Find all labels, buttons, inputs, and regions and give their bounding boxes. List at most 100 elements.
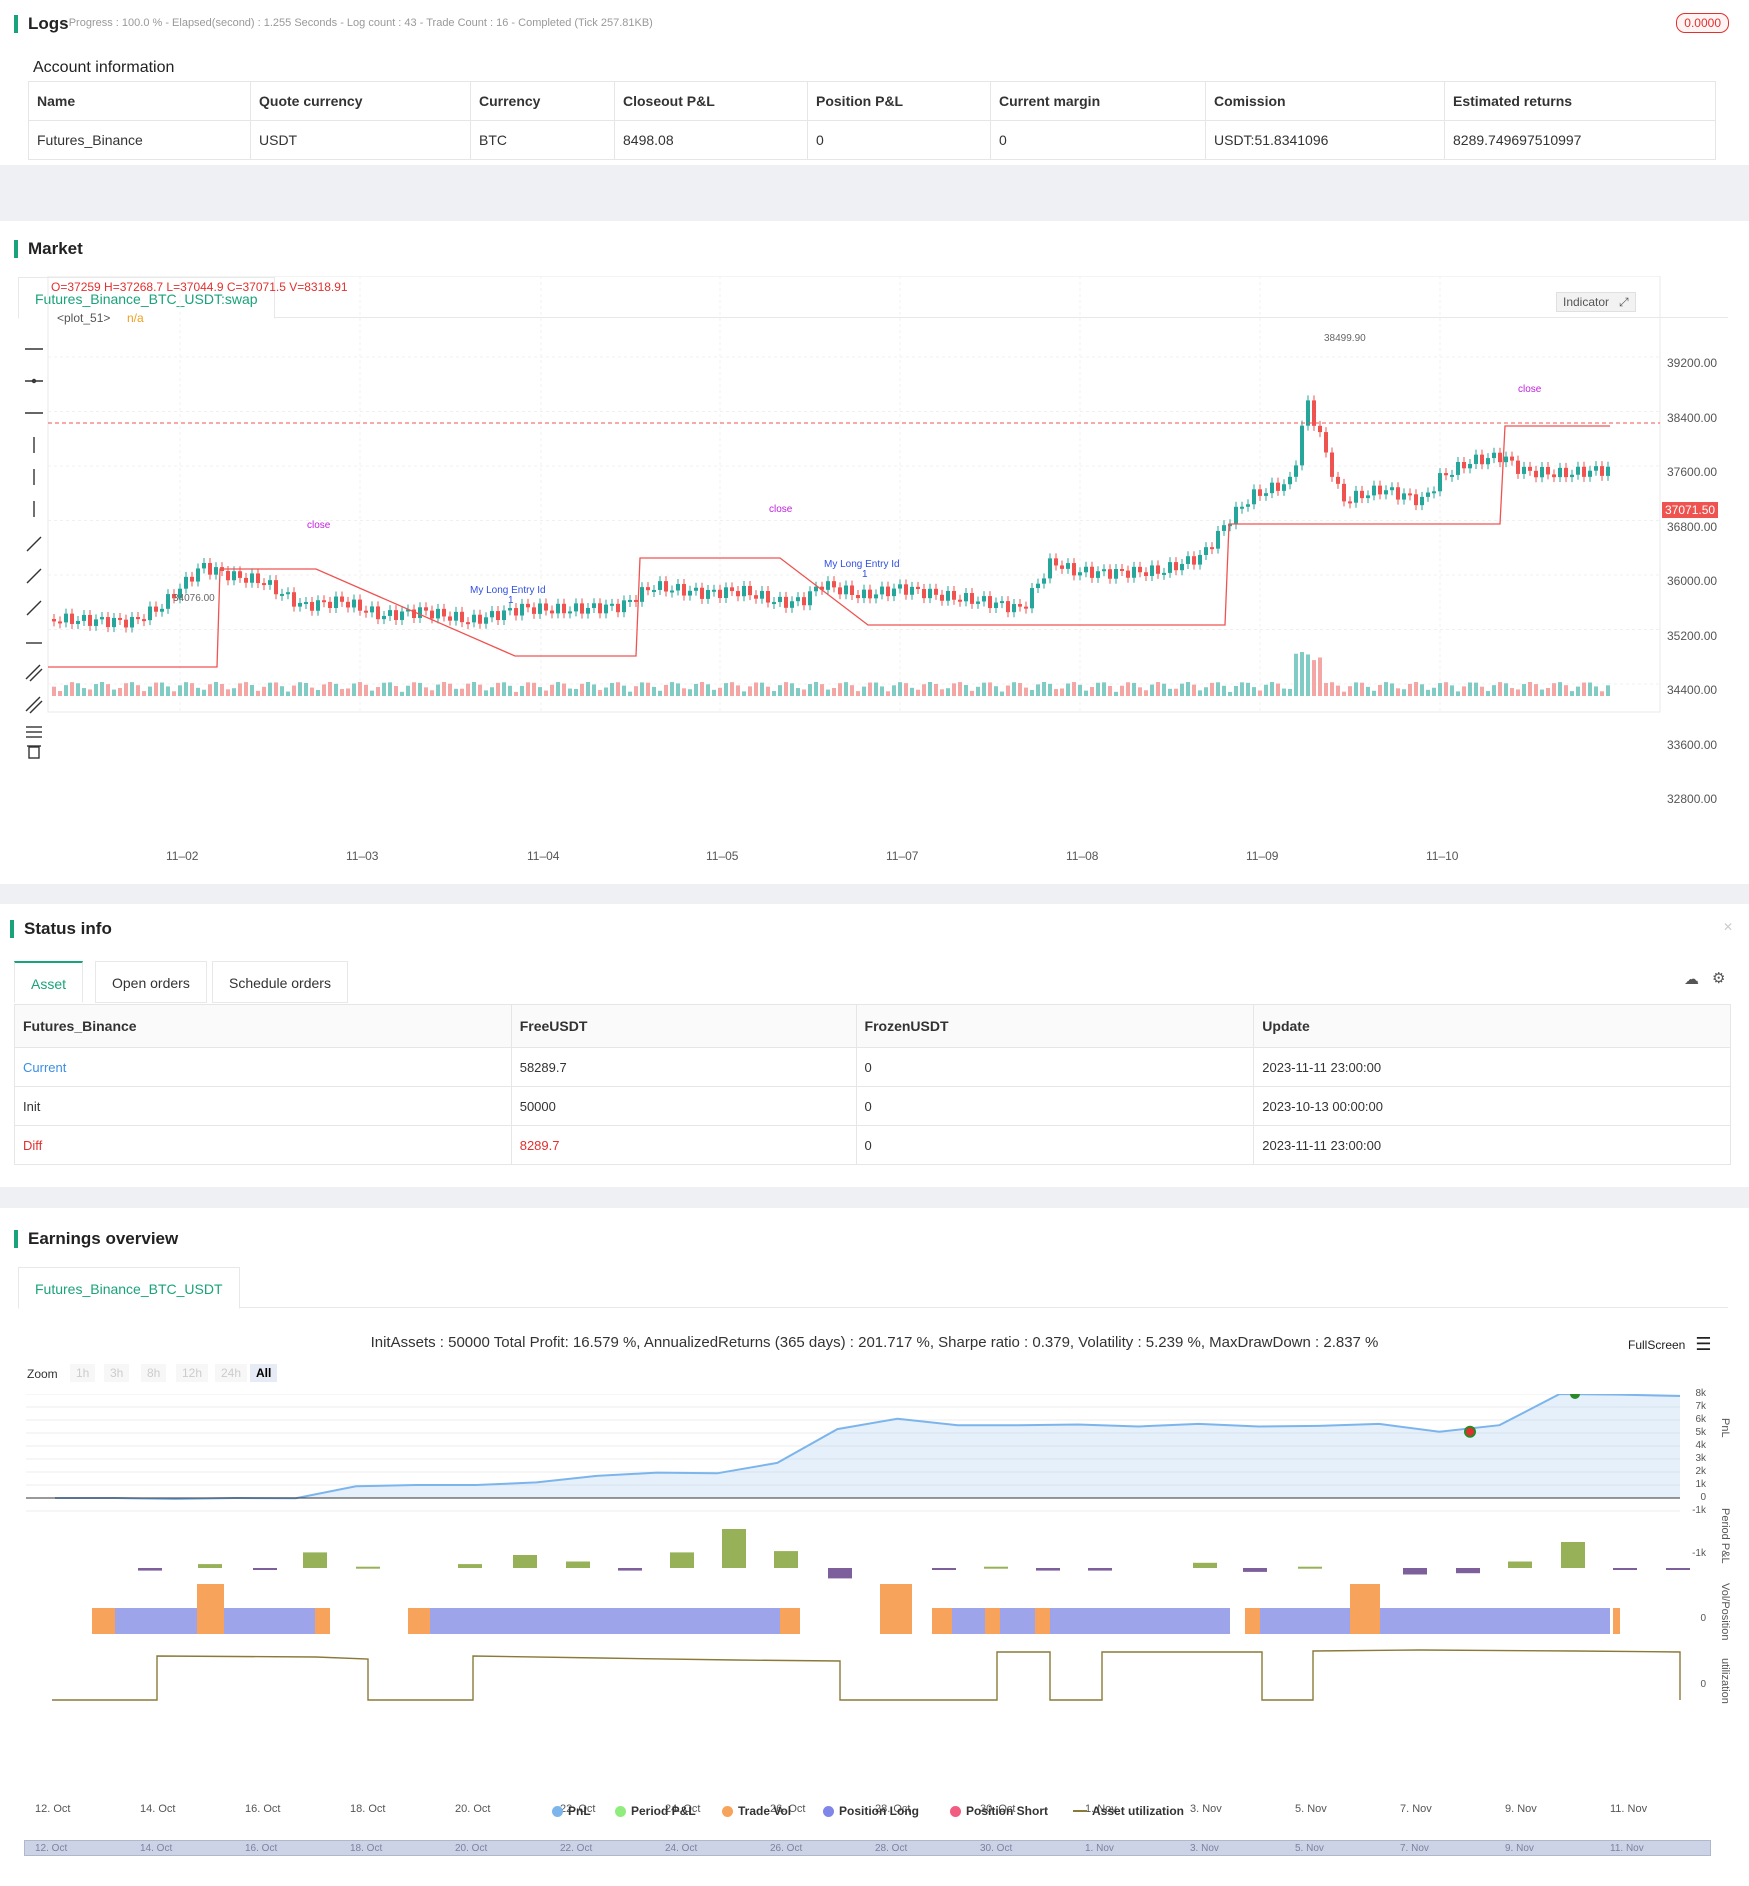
zoom-label: Zoom xyxy=(27,1367,58,1381)
candle-body xyxy=(1024,606,1028,609)
candle-body xyxy=(970,593,974,604)
candle-body xyxy=(1030,588,1034,609)
volume-bar xyxy=(1570,691,1574,696)
candle-body xyxy=(610,603,614,606)
account-table: Name Quote currency Currency Closeout P&L Po… xyxy=(28,81,1716,160)
volume-bar xyxy=(1294,653,1298,696)
candle-body xyxy=(760,591,764,599)
candle-body xyxy=(1324,432,1328,453)
volume-bar xyxy=(238,683,242,696)
legend-item-pnl[interactable]: PnL xyxy=(552,1804,591,1818)
candle-body xyxy=(634,599,638,602)
zoom-12h[interactable]: 12h xyxy=(176,1364,209,1382)
performance-summary: InitAssets : 50000 Total Profit: 16.579 … xyxy=(370,1334,1379,1351)
volume-bar xyxy=(1036,684,1040,696)
volume-bar xyxy=(364,684,368,696)
candle-body xyxy=(328,601,332,609)
candle-body xyxy=(280,593,284,596)
zoom-8h[interactable]: 8h xyxy=(141,1364,167,1382)
status-tab-schedule-orders[interactable]: Schedule orders xyxy=(212,961,348,1003)
volume-bar xyxy=(1060,688,1064,696)
legend-item-position-short[interactable]: Position Short xyxy=(950,1804,1048,1818)
candle-body xyxy=(484,617,488,624)
zoom-24h[interactable]: 24h xyxy=(215,1364,248,1382)
candle-body xyxy=(262,583,266,586)
candle-body xyxy=(1054,558,1058,566)
period-pnl-bar xyxy=(1666,1568,1690,1570)
price-tick: 36800.00 xyxy=(1667,519,1718,534)
status-cell[interactable]: Current xyxy=(14,1047,512,1087)
settings-icon[interactable]: ⚙ xyxy=(1712,969,1725,987)
volume-bar xyxy=(748,686,752,696)
legend-label: Trade Vol xyxy=(738,1804,792,1818)
volume-bar xyxy=(346,688,350,696)
volume-bar xyxy=(640,682,644,696)
candle-body xyxy=(1498,452,1502,463)
period-pnl-bar xyxy=(198,1564,222,1568)
candle-body xyxy=(106,617,110,628)
volume-bar xyxy=(1000,691,1004,696)
volume-bar xyxy=(796,688,800,696)
legend-item-trade-vol[interactable]: Trade Vol xyxy=(722,1804,791,1818)
candle-body xyxy=(1492,452,1496,459)
fullscreen-button[interactable]: FullScreen ☰ xyxy=(1628,1334,1712,1355)
candle-body xyxy=(520,603,524,616)
candle-body xyxy=(1162,572,1166,575)
candle-body xyxy=(1348,501,1352,504)
candle-body xyxy=(1120,568,1124,571)
candle-body xyxy=(418,607,422,618)
zoom-all[interactable]: All xyxy=(250,1364,278,1382)
candlestick-chart[interactable] xyxy=(0,276,1749,716)
volume-bar xyxy=(760,682,764,696)
candle-body xyxy=(1072,563,1076,576)
candle-body xyxy=(568,611,572,614)
time-tick: 16. Oct xyxy=(245,1803,281,1815)
legend-marker xyxy=(615,1805,626,1817)
volume-bar xyxy=(388,682,392,696)
legend-item-asset-utilization[interactable]: Asset utilization xyxy=(1073,1804,1184,1818)
zoom-3h[interactable]: 3h xyxy=(104,1364,130,1382)
zoom-1h[interactable]: 1h xyxy=(70,1364,96,1382)
volume-bar xyxy=(712,689,716,696)
candle-body xyxy=(1312,400,1316,426)
candle-body xyxy=(448,616,452,621)
download-icon[interactable]: ☁ xyxy=(1684,970,1699,988)
candle-body xyxy=(1174,562,1178,571)
navigator-tick: 3. Nov xyxy=(1190,1843,1219,1854)
volume-bar xyxy=(1138,687,1142,696)
navigator-tick: 5. Nov xyxy=(1295,1843,1324,1854)
close-panel-icon[interactable]: ✕ xyxy=(1723,920,1733,934)
candle-body xyxy=(862,589,866,599)
time-tick: 3. Nov xyxy=(1190,1803,1222,1815)
volume-bar xyxy=(688,689,692,696)
candle-body xyxy=(376,606,380,620)
menu-icon[interactable]: ☰ xyxy=(1695,1334,1711,1355)
legend-item-period-p-l[interactable]: Period P&L xyxy=(615,1804,696,1818)
legend-item-position-long[interactable]: Position Long xyxy=(823,1804,919,1818)
volume-bar xyxy=(910,687,914,696)
candle-body xyxy=(460,611,464,623)
volume-bar xyxy=(1216,682,1220,696)
legend-label: Period P&L xyxy=(631,1804,696,1818)
volume-bar xyxy=(1264,684,1268,696)
earnings-title: Earnings overview xyxy=(14,1230,178,1248)
volume-bar xyxy=(808,684,812,696)
navigator-tick: 16. Oct xyxy=(245,1843,278,1854)
earnings-tab-symbol[interactable]: Futures_Binance_BTC_USDT xyxy=(18,1267,240,1309)
time-tick: 11–05 xyxy=(706,849,739,863)
candle-body xyxy=(250,573,254,583)
status-tab-asset[interactable]: Asset xyxy=(14,961,84,1003)
volume-bar xyxy=(724,683,728,696)
volume-bar xyxy=(610,682,614,696)
account-col-header: Quote currency xyxy=(250,81,471,121)
candle-body xyxy=(694,587,698,591)
volume-bar xyxy=(964,685,968,696)
candle-body xyxy=(1234,506,1238,525)
pnl-tick: 8k xyxy=(1695,1388,1706,1399)
earnings-chart[interactable] xyxy=(0,1394,1749,1864)
period-pnl-bar xyxy=(303,1552,327,1568)
volume-bar xyxy=(340,689,344,696)
candle-body xyxy=(214,567,218,575)
status-tab-open-orders[interactable]: Open orders xyxy=(95,961,207,1003)
candle-body xyxy=(1186,556,1190,564)
